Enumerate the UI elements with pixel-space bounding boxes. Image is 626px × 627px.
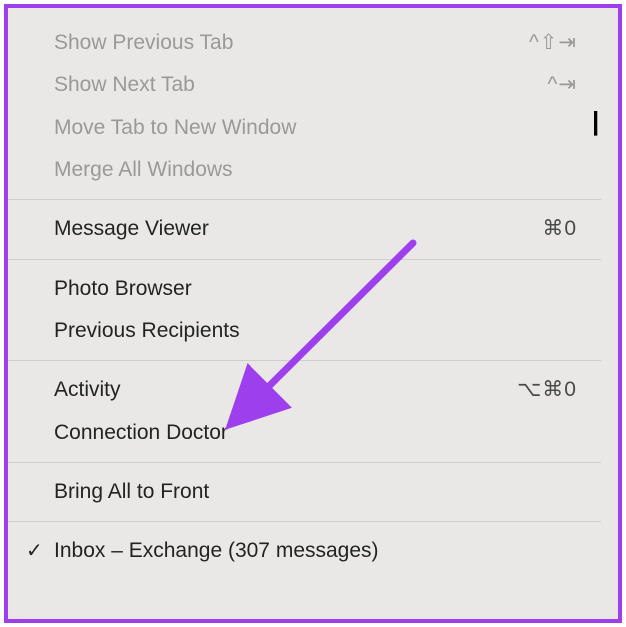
menu-separator [8,462,601,463]
window-menu: Show Previous Tab ^⇧⇥ Show Next Tab ^⇥ M… [8,8,601,575]
menu-separator [8,521,601,522]
menu-item-inbox-exchange[interactable]: ✓ Inbox – Exchange (307 messages) [8,530,601,572]
menu-item-message-viewer[interactable]: Message Viewer ⌘0 [8,208,601,250]
menu-separator [8,360,601,361]
menu-item-merge-all-windows: Merge All Windows [8,149,601,191]
menu-shortcut: ^⇧⇥ [529,29,577,57]
menu-label: Bring All to Front [54,478,209,506]
menu-separator [8,259,601,260]
menu-item-move-tab-new-window: Move Tab to New Window [8,107,601,149]
menu-shortcut: ^⇥ [548,71,577,99]
menu-label: Photo Browser [54,275,192,303]
checkmark-icon: ✓ [26,538,43,565]
menu-item-show-previous-tab: Show Previous Tab ^⇧⇥ [8,22,601,64]
menu-item-show-next-tab: Show Next Tab ^⇥ [8,64,601,106]
menu-label: Merge All Windows [54,156,233,184]
menu-shortcut: ⌘0 [542,215,577,243]
menu-label: Previous Recipients [54,317,240,345]
menu-label: Inbox – Exchange (307 messages) [54,537,379,565]
background-peek: | [592,8,610,619]
menu-separator [8,199,601,200]
menu-label: Move Tab to New Window [54,114,296,142]
window-frame: Show Previous Tab ^⇧⇥ Show Next Tab ^⇥ M… [4,4,622,623]
menu-label: Show Previous Tab [54,29,233,57]
menu-label: Show Next Tab [54,71,195,99]
menu-label: Message Viewer [54,215,209,243]
menu-label: Connection Doctor [54,419,228,447]
menu-item-photo-browser[interactable]: Photo Browser [8,268,601,310]
menu-item-previous-recipients[interactable]: Previous Recipients [8,310,601,352]
menu-item-connection-doctor[interactable]: Connection Doctor [8,412,601,454]
menu-label: Activity [54,376,121,404]
menu-shortcut: ⌥⌘0 [517,376,577,404]
menu-item-bring-all-to-front[interactable]: Bring All to Front [8,471,601,513]
menu-item-activity[interactable]: Activity ⌥⌘0 [8,369,601,411]
